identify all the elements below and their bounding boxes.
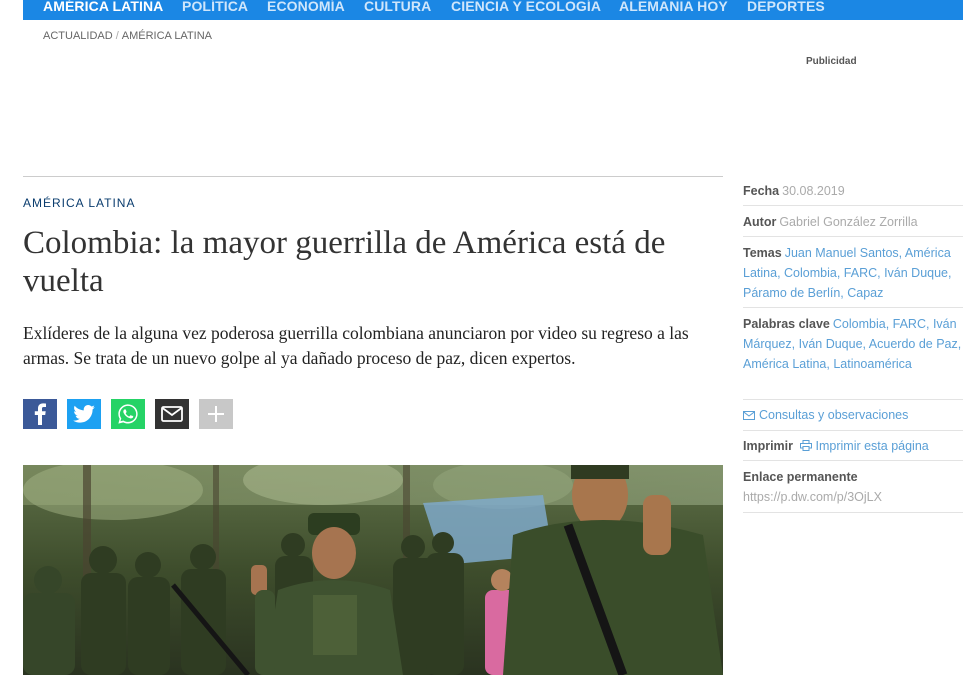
nav-item-america-latina[interactable]: AMÉRICA LATINA	[43, 0, 163, 16]
topic-link[interactable]: Juan Manuel Santos	[785, 246, 899, 260]
nav-item-alemania-hoy[interactable]: ALEMANIA HOY	[619, 0, 728, 16]
topic-link[interactable]: Iván Duque	[884, 266, 948, 280]
meta-autor: Autor Gabriel González Zorrilla	[743, 212, 963, 232]
share-more-button[interactable]	[199, 399, 233, 429]
imprimir-link[interactable]: Imprimir esta página	[816, 439, 929, 453]
breadcrumb-item-america-latina[interactable]: AMÉRICA LATINA	[122, 30, 212, 42]
meta-temas: Temas Juan Manuel Santos, América Latina,…	[743, 246, 952, 300]
mail-icon	[743, 411, 755, 420]
share-whatsapp-button[interactable]	[111, 399, 145, 429]
guerrilla-photo-illustration	[23, 465, 723, 675]
permalink-url[interactable]: https://p.dw.com/p/3OjLX	[743, 487, 963, 507]
meta-separator	[743, 236, 963, 237]
meta-fecha-label: Fecha	[743, 184, 780, 198]
keyword-link[interactable]: Acuerdo de Paz	[869, 337, 958, 351]
meta-imprimir: Imprimir Imprimir esta página	[743, 436, 963, 456]
meta-fecha: Fecha 30.08.2019	[743, 181, 963, 201]
meta-separator	[743, 307, 963, 308]
nav-item-economia[interactable]: ECONOMÍA	[267, 0, 345, 16]
meta-separator	[743, 460, 963, 461]
meta-enlace-label: Enlace permanente	[743, 470, 858, 484]
share-facebook-button[interactable]	[23, 399, 57, 429]
nav-item-cultura[interactable]: CULTURA	[364, 0, 431, 16]
nav-item-politica[interactable]: POLÍTICA	[182, 0, 248, 16]
meta-temas-label: Temas	[743, 246, 782, 260]
keyword-link[interactable]: Iván Duque	[799, 337, 863, 351]
meta-palabras-label: Palabras clave	[743, 317, 830, 331]
meta-fecha-value: 30.08.2019	[782, 184, 845, 198]
share-email-button[interactable]	[155, 399, 189, 429]
topic-link[interactable]: Capaz	[847, 286, 883, 300]
ad-label: Publicidad	[806, 56, 857, 67]
meta-palabras-clave: Palabras clave Colombia, FARC, Iván Márqu…	[743, 317, 962, 371]
breadcrumb: ACTUALIDAD / AMÉRICA LATINA	[43, 30, 212, 42]
meta-autor-value: Gabriel González Zorrilla	[779, 215, 918, 229]
meta-enlace: Enlace permanente https://p.dw.com/p/3Oj…	[743, 467, 963, 507]
article-kicker[interactable]: AMÉRICA LATINA	[23, 196, 135, 210]
meta-separator	[743, 205, 963, 206]
article-photo	[23, 465, 723, 675]
breadcrumb-item-actualidad[interactable]: ACTUALIDAD	[43, 30, 113, 42]
article-teaser: Exlíderes de la alguna vez poderosa guer…	[23, 323, 689, 368]
topic-link[interactable]: Páramo de Berlín	[743, 286, 840, 300]
whatsapp-icon	[118, 404, 138, 424]
twitter-icon	[73, 405, 95, 423]
facebook-icon	[34, 403, 46, 425]
meta-separator	[743, 430, 963, 431]
meta-separator	[743, 512, 963, 513]
main-nav: AMÉRICA LATINA POLÍTICA ECONOMÍA CULTURA…	[23, 0, 963, 20]
share-twitter-button[interactable]	[67, 399, 101, 429]
keyword-link[interactable]: Colombia	[833, 317, 886, 331]
article-divider	[23, 176, 723, 177]
keyword-link[interactable]: Latinoamérica	[833, 357, 912, 371]
keyword-link[interactable]: América Latina	[743, 357, 826, 371]
nav-item-ciencia-ecologia[interactable]: CIENCIA Y ECOLOGÍA	[451, 0, 601, 16]
consultas-link[interactable]: Consultas y observaciones	[759, 408, 908, 422]
plus-icon	[208, 406, 224, 422]
keyword-link[interactable]: FARC	[893, 317, 926, 331]
topic-link[interactable]: FARC	[844, 266, 877, 280]
meta-separator	[743, 399, 963, 400]
printer-icon	[799, 440, 812, 451]
breadcrumb-separator: /	[115, 30, 119, 42]
article-headline: Colombia: la mayor guerrilla de América …	[23, 225, 666, 299]
nav-item-deportes[interactable]: DEPORTES	[747, 0, 825, 16]
mail-icon	[161, 406, 183, 422]
topic-link[interactable]: Colombia	[784, 266, 837, 280]
meta-imprimir-label: Imprimir	[743, 439, 794, 453]
meta-consultas[interactable]: Consultas y observaciones	[743, 405, 963, 425]
meta-autor-label: Autor	[743, 215, 777, 229]
